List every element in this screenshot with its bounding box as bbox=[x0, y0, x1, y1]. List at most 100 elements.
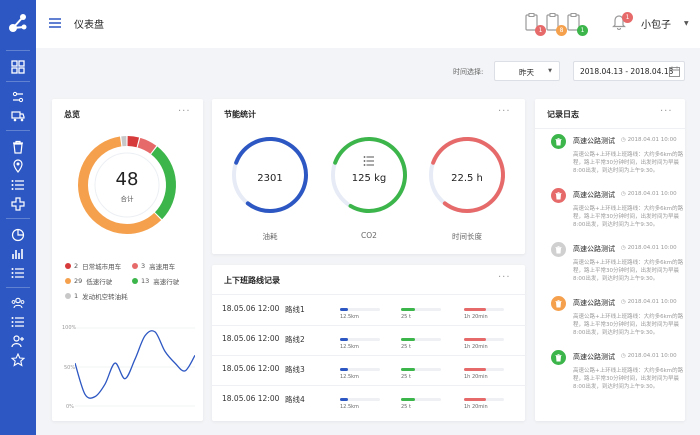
total-value: 48 bbox=[115, 169, 139, 190]
star-icon[interactable] bbox=[10, 352, 26, 368]
more-icon[interactable]: ··· bbox=[178, 106, 191, 117]
bar-label: 12.5km bbox=[340, 374, 359, 380]
more-icon[interactable]: ··· bbox=[660, 106, 673, 117]
report-list-icon[interactable] bbox=[10, 265, 26, 281]
calendar-icon bbox=[669, 66, 680, 77]
log-item[interactable]: 高速公路测试 ◷ 2018.04.01 10:00 高速公路+上环线上班路线：大约多… bbox=[535, 186, 685, 240]
donut-slice bbox=[127, 136, 140, 148]
bar-label: 12.5km bbox=[340, 344, 359, 350]
log-item[interactable]: 高速公路测试 ◷ 2018.04.01 10:00 高速公路+上环线上班路线：大约多… bbox=[535, 294, 685, 348]
commute-card: 上下班路线记录 ··· 18.05.06 12:00 路线1 12.5km 25 t1… bbox=[212, 265, 525, 421]
chevron-down-icon[interactable]: ▼ bbox=[684, 20, 689, 27]
add-icon[interactable] bbox=[10, 196, 26, 212]
log-item[interactable]: 高速公路测试 ◷ 2018.04.01 10:00 高速公路+上环线上班路线：大约多… bbox=[535, 132, 685, 186]
bell-notification-button[interactable]: 1 bbox=[612, 12, 633, 35]
progress-fill bbox=[340, 308, 348, 311]
progress-bar bbox=[340, 308, 380, 311]
log-title: 高速公路测试 bbox=[573, 353, 615, 361]
more-icon[interactable]: ··· bbox=[498, 106, 511, 117]
legend-item: 29 低速行驶 bbox=[65, 276, 112, 286]
gauge-label: 油耗 bbox=[262, 232, 278, 241]
add-user-icon[interactable] bbox=[10, 333, 26, 349]
total-label: 合计 bbox=[120, 195, 134, 203]
notification-badge: 1 bbox=[577, 25, 588, 36]
trend-line bbox=[75, 330, 195, 399]
trash-icon bbox=[551, 350, 566, 365]
warning-notification-button[interactable]: 8 bbox=[546, 13, 567, 36]
log-card: 记录日志 ··· 高速公路测试 ◷ 2018.04.01 10:00 高速公路+上环… bbox=[535, 99, 685, 421]
dashboard-icon[interactable] bbox=[10, 59, 26, 75]
legend-dot bbox=[132, 278, 138, 284]
bar-label: 25 t bbox=[401, 404, 411, 410]
legend-item: 2 日常城市用车 bbox=[65, 261, 121, 271]
trash-icon bbox=[551, 296, 566, 311]
log-item[interactable]: 高速公路测试 ◷ 2018.04.01 10:00 高速公路+上环线上班路线：大约多… bbox=[535, 240, 685, 294]
table-row[interactable]: 18.05.06 12:00 路线2 12.5km 25 t 1h 20min bbox=[212, 325, 525, 355]
location-icon[interactable] bbox=[10, 158, 26, 174]
card-title: 记录日志 bbox=[547, 110, 579, 119]
progress-bar bbox=[401, 368, 441, 371]
pie-chart-icon[interactable] bbox=[10, 227, 26, 243]
log-body: 高速公路+上环线上班路线：大约多6km的路程，路上平常30分钟时间，出发时间为早… bbox=[573, 206, 684, 228]
users-icon[interactable] bbox=[10, 295, 26, 311]
row-time: 18.05.06 12:00 bbox=[222, 364, 280, 373]
log-time: ◷ 2018.04.01 10:00 bbox=[621, 245, 677, 251]
row-time: 18.05.06 12:00 bbox=[222, 334, 280, 343]
gauge-value: 22.5 h bbox=[451, 173, 483, 184]
progress-fill bbox=[401, 368, 415, 371]
menu-icon[interactable] bbox=[48, 16, 62, 30]
log-title: 高速公路测试 bbox=[573, 245, 615, 253]
log-title: 高速公路测试 bbox=[573, 191, 615, 199]
log-item[interactable]: 高速公路测试 ◷ 2018.04.01 10:00 高速公路+上环线上班路线：大约多… bbox=[535, 348, 685, 402]
progress-fill bbox=[464, 308, 486, 311]
truck-icon[interactable] bbox=[10, 108, 26, 124]
user-name[interactable]: 小包子 bbox=[641, 16, 671, 31]
list-icon[interactable] bbox=[10, 177, 26, 193]
table-row[interactable]: 18.05.06 12:00 路线4 12.5km 25 t 1h 20min bbox=[212, 385, 525, 415]
date-range-picker[interactable]: 2018.04.13 - 2018.04.13 bbox=[573, 61, 685, 81]
log-body: 高速公路+上环线上班路线：大约多6km的路程，路上平常30分钟时间，出发时间为早… bbox=[573, 260, 684, 282]
logo-icon[interactable] bbox=[7, 12, 29, 34]
more-icon[interactable]: ··· bbox=[498, 272, 511, 283]
card-title: 节能统计 bbox=[224, 110, 256, 119]
page-title: 仪表盘 bbox=[74, 20, 104, 31]
table-row[interactable]: 18.05.06 12:00 路线3 12.5km 25 t 1h 20min bbox=[212, 355, 525, 385]
legend-dot bbox=[65, 263, 71, 269]
bar-chart-icon[interactable] bbox=[10, 246, 26, 262]
progress-fill bbox=[340, 368, 348, 371]
route-icon[interactable] bbox=[10, 89, 26, 105]
task-notification-button[interactable]: 1 bbox=[525, 13, 546, 36]
log-body: 高速公路+上环线上班路线：大约多6km的路程，路上平常30分钟时间，出发时间为早… bbox=[573, 368, 684, 390]
log-time: ◷ 2018.04.01 10:00 bbox=[621, 191, 677, 197]
bar-label: 1h 20min bbox=[464, 404, 488, 410]
date-range-value: 2018.04.13 - 2018.04.13 bbox=[580, 67, 674, 76]
notification-badge: 1 bbox=[622, 12, 633, 23]
notification-badge: 1 bbox=[535, 25, 546, 36]
trash-icon[interactable] bbox=[10, 139, 26, 155]
user-list-icon[interactable] bbox=[10, 314, 26, 330]
row-time: 18.05.06 12:00 bbox=[222, 394, 280, 403]
progress-fill bbox=[340, 338, 348, 341]
gauge-label: 时间长度 bbox=[452, 232, 482, 241]
period-select[interactable]: 昨天 ▼ bbox=[494, 61, 560, 81]
done-notification-button[interactable]: 1 bbox=[567, 13, 588, 36]
bar-label: 12.5km bbox=[340, 404, 359, 410]
progress-fill bbox=[340, 398, 348, 401]
progress-bar bbox=[464, 368, 504, 371]
progress-bar bbox=[340, 368, 380, 371]
y-tick-label: 50% bbox=[64, 365, 76, 371]
progress-fill bbox=[464, 368, 486, 371]
progress-bar bbox=[401, 308, 441, 311]
bar-label: 25 t bbox=[401, 314, 411, 320]
legend-dot bbox=[132, 263, 138, 269]
bar-label: 1h 20min bbox=[464, 344, 488, 350]
y-tick-label: 0% bbox=[66, 404, 74, 410]
progress-bar bbox=[340, 338, 380, 341]
log-time: ◷ 2018.04.01 10:00 bbox=[621, 299, 677, 305]
progress-fill bbox=[464, 398, 486, 401]
table-row[interactable]: 18.05.06 12:00 路线1 12.5km 25 t 1h 20min bbox=[212, 295, 525, 325]
legend-item: 13 高速行驶 bbox=[132, 276, 179, 286]
legend-item: 3 高速用车 bbox=[132, 261, 175, 271]
legend-dot bbox=[65, 278, 71, 284]
row-route: 路线4 bbox=[285, 395, 305, 404]
